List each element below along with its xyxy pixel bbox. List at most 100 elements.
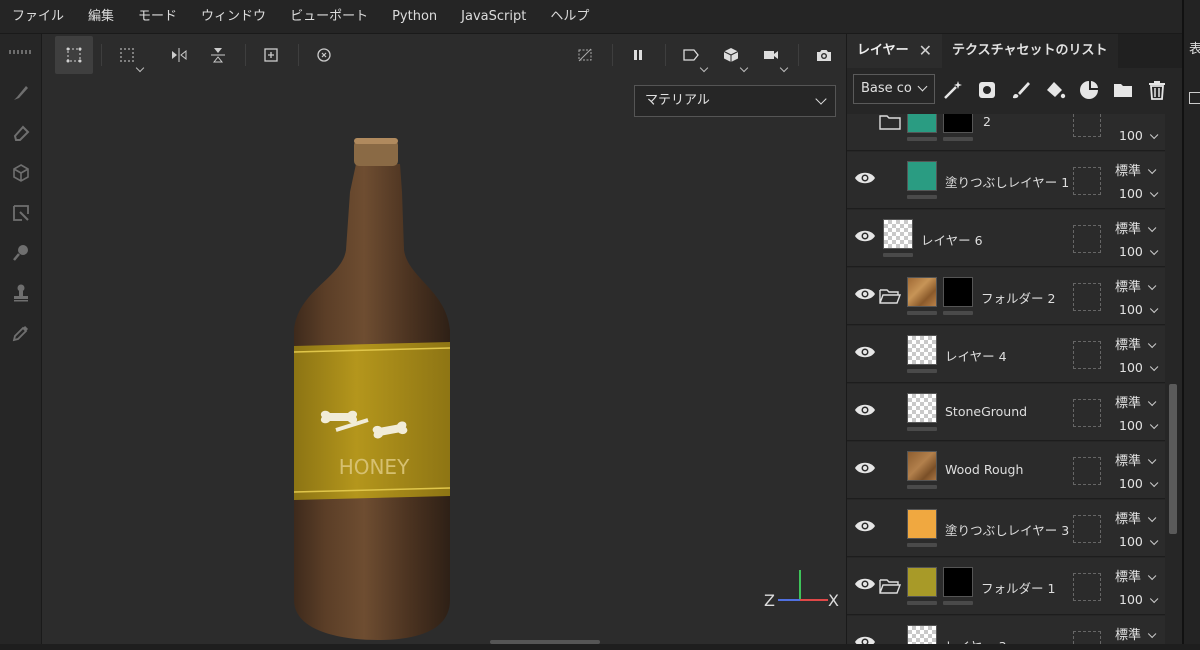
layer-name: 塗りつぶしレイヤー 1: [945, 175, 1070, 190]
folder-open-icon[interactable]: [879, 288, 901, 304]
grid-snap-icon[interactable]: [108, 36, 146, 74]
layer-opacity[interactable]: 100: [1119, 360, 1159, 375]
eye-visibility-icon[interactable]: [854, 575, 876, 593]
horizontal-scrollbar[interactable]: [490, 640, 600, 644]
layer-row[interactable]: レイヤー 4 標準 100: [847, 326, 1165, 383]
3d-viewport[interactable]: マテリアル HONEY Z X: [42, 34, 846, 644]
folder-open-icon[interactable]: [879, 578, 901, 594]
channel-dropdown[interactable]: Base co: [853, 74, 935, 104]
add-fill-layer-icon[interactable]: [1043, 78, 1067, 102]
eye-visibility-icon[interactable]: [854, 169, 876, 187]
smudge-tool-icon[interactable]: [8, 240, 34, 266]
selection-mode-icon[interactable]: [55, 36, 93, 74]
image-icon[interactable]: [1189, 92, 1200, 104]
layer-opacity[interactable]: 100: [1119, 186, 1159, 201]
blend-mode-dropdown[interactable]: 標準: [1115, 566, 1157, 585]
add-effect-wand-icon[interactable]: [941, 78, 965, 102]
layer-opacity[interactable]: 100: [1119, 418, 1159, 433]
tab-layers[interactable]: レイヤー ✕: [847, 34, 943, 68]
projection-tool-icon[interactable]: [8, 160, 34, 186]
menu-viewport[interactable]: ビューポート: [278, 0, 380, 34]
blend-mode-dropdown[interactable]: 標準: [1115, 392, 1157, 411]
menu-edit[interactable]: 編集: [76, 0, 126, 34]
blend-mode-dropdown[interactable]: 標準: [1115, 160, 1157, 179]
layer-list-scrollbar[interactable]: [1167, 114, 1179, 644]
menu-file[interactable]: ファイル: [0, 0, 76, 34]
blend-mode-dropdown[interactable]: 標準: [1115, 276, 1157, 295]
eye-visibility-icon[interactable]: [854, 517, 876, 535]
history-reset-icon[interactable]: [305, 36, 343, 74]
add-mask-icon[interactable]: [975, 78, 999, 102]
layer-thumbnail: [907, 509, 937, 539]
layer-opacity[interactable]: 100: [1119, 244, 1159, 259]
eye-visibility-icon[interactable]: [854, 459, 876, 477]
add-paint-layer-icon[interactable]: [1009, 78, 1033, 102]
scrollbar-thumb[interactable]: [1169, 384, 1177, 534]
menu-mode[interactable]: モード: [126, 0, 189, 34]
clone-stamp-tool-icon[interactable]: [8, 280, 34, 306]
eye-visibility-icon[interactable]: [854, 633, 876, 644]
mirror-horizontal-icon[interactable]: [160, 36, 198, 74]
blend-mode-dropdown[interactable]: 標準: [1115, 624, 1157, 643]
layer-thumbnail: [907, 277, 937, 307]
layer-row[interactable]: 塗りつぶしレイヤー 3 標準 100: [847, 500, 1165, 557]
eraser-tool-icon[interactable]: [8, 120, 34, 146]
eye-visibility-icon[interactable]: [854, 227, 876, 245]
hide-visibility-icon[interactable]: [566, 36, 604, 74]
display-mode-icon[interactable]: [672, 36, 710, 74]
layer-row[interactable]: StoneGround 標準 100: [847, 384, 1165, 441]
layer-row[interactable]: レイヤー 6 標準 100: [847, 210, 1165, 267]
layer-name: レイヤー 6: [921, 233, 983, 248]
screenshot-camera-icon[interactable]: [805, 36, 843, 74]
layer-opacity[interactable]: 100: [1119, 476, 1159, 491]
3d-cube-icon[interactable]: [712, 36, 750, 74]
honey-bottle-model: HONEY: [293, 138, 451, 640]
layer-row[interactable]: フォルダー 1 標準 100: [847, 558, 1165, 615]
layer-thumbnail: [883, 219, 913, 249]
layer-row[interactable]: 塗りつぶしレイヤー 1 標準 100: [847, 152, 1165, 209]
camera-video-icon[interactable]: [752, 36, 790, 74]
add-frame-icon[interactable]: [252, 36, 290, 74]
paint-brush-tool-icon[interactable]: [8, 80, 34, 106]
mask-thumbnail: [943, 567, 973, 597]
menu-help[interactable]: ヘルプ: [538, 0, 601, 34]
layers-panel: レイヤー ✕ テクスチャセットのリスト Base co 2 100 塗りつぶしレ…: [846, 34, 1183, 644]
layer-opacity[interactable]: 100: [1119, 128, 1159, 143]
layer-thumbnail: [907, 114, 937, 133]
mirror-vertical-icon[interactable]: [199, 36, 237, 74]
material-dropdown[interactable]: マテリアル: [634, 85, 836, 117]
blend-mode-dropdown[interactable]: 標準: [1115, 450, 1157, 469]
layer-row[interactable]: Wood Rough 標準 100: [847, 442, 1165, 499]
add-folder-icon[interactable]: [1111, 78, 1135, 102]
layer-row[interactable]: 2 100: [847, 114, 1165, 151]
blend-mode-dropdown[interactable]: 標準: [1115, 218, 1157, 237]
blend-mode-dropdown[interactable]: 標準: [1115, 334, 1157, 353]
add-smart-material-icon[interactable]: [1077, 78, 1101, 102]
drag-grip-icon[interactable]: [9, 50, 33, 54]
menu-window[interactable]: ウィンドウ: [189, 0, 278, 34]
color-picker-tool-icon[interactable]: [8, 320, 34, 346]
axis-z-label: Z: [764, 591, 775, 610]
eye-visibility-icon[interactable]: [854, 285, 876, 303]
layer-opacity[interactable]: 100: [1119, 302, 1159, 317]
axis-gizmo[interactable]: Z X: [764, 558, 844, 618]
layer-name: フォルダー 1: [981, 581, 1056, 596]
chevron-down-icon: [917, 81, 928, 92]
polygon-fill-tool-icon[interactable]: [8, 200, 34, 226]
pause-icon[interactable]: [619, 36, 657, 74]
close-icon[interactable]: ✕: [919, 34, 932, 68]
menu-python[interactable]: Python: [380, 0, 449, 34]
layer-row[interactable]: レイヤー 3 標準: [847, 616, 1165, 644]
tab-texture-set-list[interactable]: テクスチャセットのリスト: [942, 34, 1118, 68]
layer-opacity[interactable]: 100: [1119, 534, 1159, 549]
eye-visibility-icon[interactable]: [854, 401, 876, 419]
adjacent-panel-label[interactable]: 表: [1189, 38, 1200, 57]
layer-name: レイヤー 3: [945, 636, 1007, 644]
eye-visibility-icon[interactable]: [854, 343, 876, 361]
blend-mode-dropdown[interactable]: 標準: [1115, 508, 1157, 527]
delete-trash-icon[interactable]: [1145, 78, 1169, 102]
layer-row[interactable]: フォルダー 2 標準 100: [847, 268, 1165, 325]
layer-name: 2: [983, 114, 991, 129]
menu-javascript[interactable]: JavaScript: [449, 0, 538, 34]
layer-opacity[interactable]: 100: [1119, 592, 1159, 607]
